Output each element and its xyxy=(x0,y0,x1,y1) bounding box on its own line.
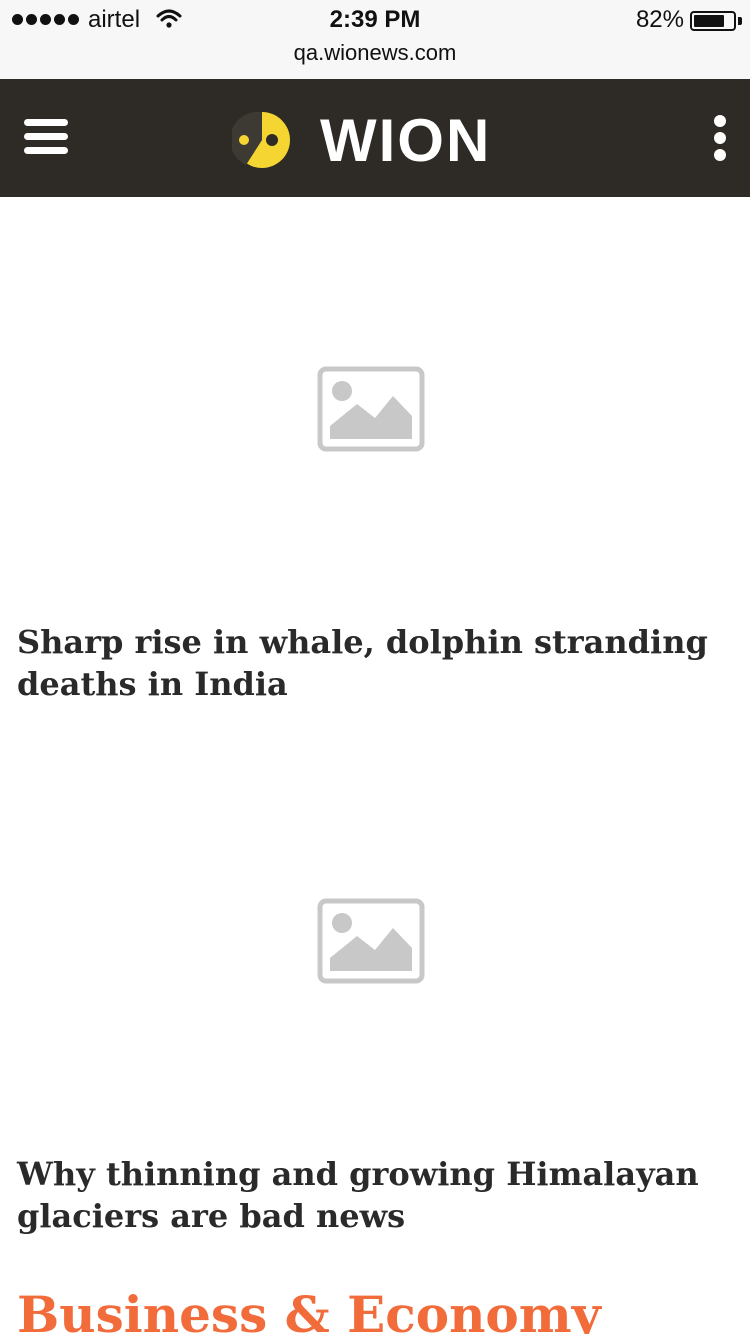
more-vertical-icon xyxy=(714,115,726,127)
image-placeholder-icon xyxy=(317,366,425,452)
wion-logo-mark-icon xyxy=(232,111,290,168)
battery-icon xyxy=(690,11,736,31)
site-logo[interactable]: WION xyxy=(232,109,522,171)
article-thumbnail[interactable] xyxy=(0,729,750,1141)
article-card[interactable]: Sharp rise in whale, dolphin stranding d… xyxy=(0,197,750,703)
status-bar: airtel 2:39 PM 82% xyxy=(0,0,750,40)
image-placeholder-icon xyxy=(317,898,425,984)
hamburger-icon xyxy=(24,119,68,126)
address-bar-url[interactable]: qa.wionews.com xyxy=(0,40,750,66)
article-headline[interactable]: Why thinning and growing Himalayan glaci… xyxy=(17,1153,717,1237)
logo-text: WION xyxy=(320,107,492,174)
battery-tip xyxy=(738,17,742,25)
section-title[interactable]: Business & Economy xyxy=(17,1285,601,1334)
menu-button[interactable] xyxy=(24,119,68,155)
article-card[interactable]: Why thinning and growing Himalayan glaci… xyxy=(0,729,750,1235)
more-options-button[interactable] xyxy=(714,115,728,161)
battery-percentage: 82% xyxy=(635,6,684,33)
site-header: WION xyxy=(0,79,750,197)
article-headline[interactable]: Sharp rise in whale, dolphin stranding d… xyxy=(17,621,717,705)
article-thumbnail[interactable] xyxy=(0,197,750,609)
browser-chrome: airtel 2:39 PM 82% qa.wionews.com xyxy=(0,0,750,80)
